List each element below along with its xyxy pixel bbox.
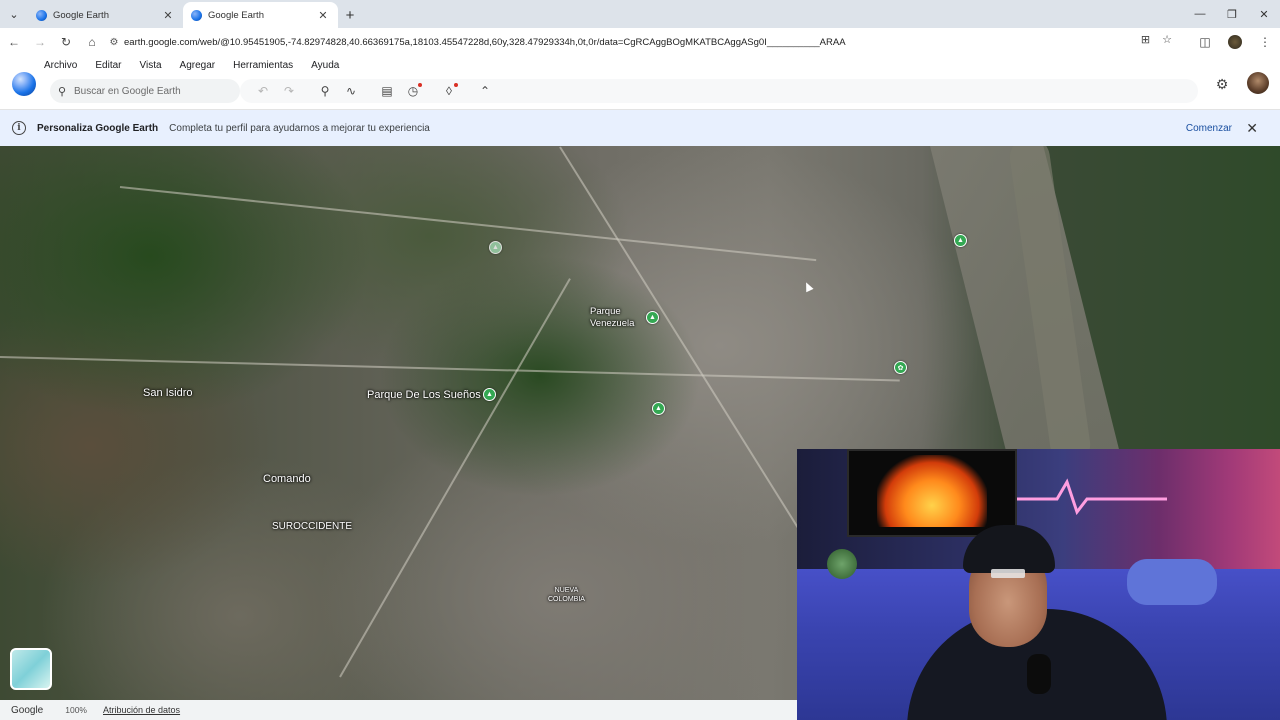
banner-start-button[interactable]: Comenzar <box>1186 123 1232 134</box>
extensions-puzzle-icon[interactable]: ◫ <box>1190 30 1220 54</box>
minimize-icon[interactable]: — <box>1184 0 1216 28</box>
label-parque-de-los-suenos[interactable]: Parque De Los Sueños <box>367 389 481 401</box>
search-icon: ⚲ <box>57 85 67 98</box>
banner-title: Personaliza Google Earth <box>37 122 159 134</box>
data-attribution-link[interactable]: Atribución de datos <box>103 705 180 715</box>
measure-ruler-icon[interactable]: ▤ <box>374 81 400 101</box>
menu-ayuda[interactable]: Ayuda <box>311 59 347 71</box>
label-nueva-colombia[interactable]: NUEVA COLOMBIA <box>548 586 585 604</box>
forward-arrow-icon[interactable]: → <box>28 30 52 54</box>
url-text: earth.google.com/web/@10.95451905,-74.82… <box>124 36 846 48</box>
browser-tab-strip: ⌄ Google Earth ✕ Google Earth ✕ + — ❐ ✕ <box>0 0 1280 28</box>
google-earth-favicon-icon <box>191 9 202 21</box>
tab-close-icon[interactable]: ✕ <box>161 9 175 22</box>
install-app-icon[interactable]: ⊞ <box>1141 33 1150 46</box>
info-icon: i <box>12 121 26 135</box>
menu-vista[interactable]: Vista <box>139 59 169 71</box>
google-brand: Google <box>11 704 44 716</box>
label-san-isidro[interactable]: San Isidro <box>143 387 193 399</box>
undo-icon[interactable]: ↶ <box>250 81 276 101</box>
cap-logo <box>991 569 1025 578</box>
window-controls: — ❐ ✕ <box>1184 0 1280 28</box>
map-status-bar: Google 100% Atribución de datos <box>0 700 797 720</box>
zoom-level: 100% <box>65 705 87 715</box>
park-pin-icon[interactable]: ▲ <box>954 234 967 247</box>
pillow <box>1127 559 1217 605</box>
omnibox-actions: ⊞ ☆ <box>1141 33 1172 46</box>
park-pin-icon[interactable]: ▲ <box>483 388 496 401</box>
map-layers-icon[interactable]: ◊ <box>436 81 462 101</box>
historical-imagery-icon[interactable]: ◷ <box>400 81 426 101</box>
menu-bar: Archivo Editar Vista Agregar Herramienta… <box>44 59 357 71</box>
mouse-cursor <box>802 280 814 293</box>
search-input[interactable] <box>74 85 224 97</box>
tab-close-icon[interactable]: ✕ <box>316 9 330 22</box>
browser-tab-1[interactable]: Google Earth ✕ <box>28 2 183 28</box>
collapse-chevron-up-icon[interactable]: ⌃ <box>472 81 498 101</box>
park-pin-icon[interactable]: ▲ <box>489 241 502 254</box>
menu-herramientas[interactable]: Herramientas <box>233 59 301 71</box>
park-pin-icon[interactable]: ▲ <box>652 402 665 415</box>
park-pin-icon[interactable]: ▲ <box>646 311 659 324</box>
zoo-pin-icon[interactable]: ✿ <box>894 361 907 374</box>
google-earth-logo-icon[interactable] <box>12 72 36 96</box>
map-tools: ↶ ↷ ⚲ ∿ ▤ ◷ ◊ ⌃ <box>250 81 498 101</box>
label-suroccidente[interactable]: SUROCCIDENTE <box>272 521 352 532</box>
add-placemark-pin-icon[interactable]: ⚲ <box>312 81 338 101</box>
user-avatar[interactable] <box>1247 72 1269 94</box>
menu-archivo[interactable]: Archivo <box>44 59 85 71</box>
browser-tab-2[interactable]: Google Earth ✕ <box>183 2 338 28</box>
tab-title: Google Earth <box>208 9 264 21</box>
screen: ⌄ Google Earth ✕ Google Earth ✕ + — ❐ ✕ … <box>0 0 1280 720</box>
banner-text: Completa tu perfil para ayudarnos a mejo… <box>169 122 430 134</box>
address-bar[interactable]: ⚙ earth.google.com/web/@10.95451905,-74.… <box>104 31 1198 53</box>
banner-close-icon[interactable]: ✕ <box>1246 120 1258 137</box>
map-style-thumbnail[interactable] <box>10 648 52 690</box>
fireplace-video <box>877 455 987 527</box>
site-info-icon[interactable]: ⚙ <box>104 37 124 48</box>
neon-heartbeat-sign <box>1017 478 1167 516</box>
road <box>119 186 817 262</box>
label-parque-venezuela[interactable]: Parque Venezuela <box>590 306 634 330</box>
browser-menu-kebab-icon[interactable]: ⋮ <box>1250 30 1280 54</box>
redo-icon[interactable]: ↷ <box>276 81 302 101</box>
menu-editar[interactable]: Editar <box>95 59 129 71</box>
personalize-banner: i Personaliza Google Earth Completa tu p… <box>0 110 1280 146</box>
restore-icon[interactable]: ❐ <box>1216 0 1248 28</box>
menu-agregar[interactable]: Agregar <box>180 59 224 71</box>
road <box>0 356 900 382</box>
search-box: ⚲ <box>50 79 240 103</box>
bookmark-star-icon[interactable]: ☆ <box>1162 33 1172 46</box>
tab-title: Google Earth <box>53 9 109 21</box>
microphone <box>1027 654 1051 694</box>
back-arrow-icon[interactable]: ← <box>2 30 26 54</box>
close-window-icon[interactable]: ✕ <box>1248 0 1280 28</box>
tab-search-chevron-icon[interactable]: ⌄ <box>0 0 28 28</box>
new-tab-plus-icon[interactable]: + <box>338 2 362 28</box>
earth-header: Archivo Editar Vista Agregar Herramienta… <box>0 56 1280 110</box>
label-comando[interactable]: Comando <box>263 473 311 485</box>
settings-gear-icon[interactable]: ⚙ <box>1212 74 1232 94</box>
webcam-overlay <box>797 449 1280 720</box>
home-icon[interactable]: ⌂ <box>80 30 104 54</box>
reload-icon[interactable]: ↻ <box>54 30 78 54</box>
draw-path-icon[interactable]: ∿ <box>338 81 364 101</box>
road <box>339 278 571 678</box>
plant <box>827 549 857 579</box>
browser-profile-avatar[interactable] <box>1228 35 1242 49</box>
google-earth-favicon-icon <box>36 9 47 21</box>
browser-toolbar: ← → ↻ ⌂ ⚙ earth.google.com/web/@10.95451… <box>0 28 1280 56</box>
browser-extras: ◫ ⋮ <box>1190 30 1280 54</box>
